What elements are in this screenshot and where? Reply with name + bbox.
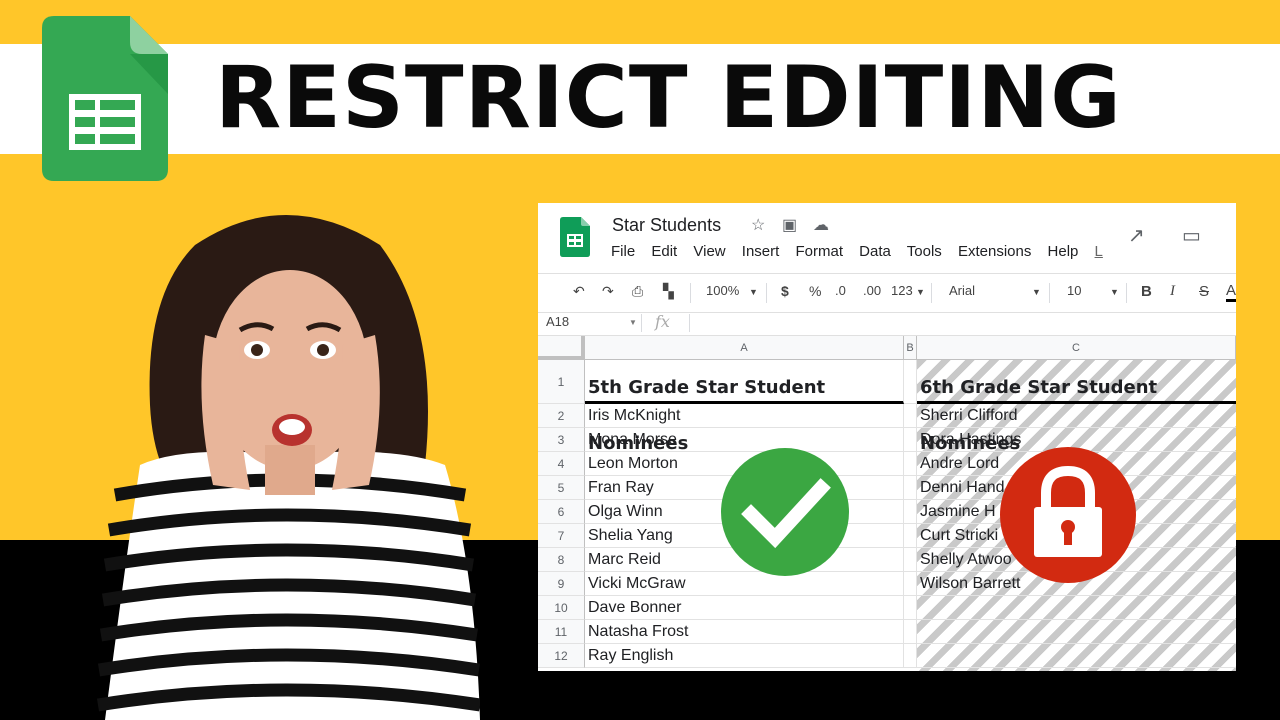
currency-format-button[interactable]: $ — [781, 283, 789, 299]
cell-a[interactable]: Iris McKnight — [585, 404, 904, 428]
decrease-decimal-button[interactable]: .0 — [835, 283, 846, 298]
formula-bar: A18 ▼ fx — [538, 311, 1236, 336]
percent-format-button[interactable]: % — [809, 283, 821, 299]
cell-b[interactable] — [904, 548, 917, 572]
banner-title: RESTRICT EDITING — [215, 48, 1122, 148]
italic-button[interactable]: I — [1170, 283, 1175, 300]
menu-last-edit[interactable]: L — [1095, 243, 1103, 260]
zoom-select[interactable]: 100% — [706, 283, 739, 298]
paint-format-icon[interactable]: ▚ — [663, 283, 674, 300]
row-header[interactable]: 2 — [538, 404, 585, 428]
row-header[interactable]: 11 — [538, 620, 585, 644]
cell-b[interactable] — [904, 452, 917, 476]
cell-b[interactable] — [904, 620, 917, 644]
undo-icon[interactable]: ↶ — [573, 283, 585, 300]
strikethrough-button[interactable]: S — [1199, 283, 1209, 300]
star-icon[interactable]: ☆ — [751, 215, 765, 235]
trend-chart-icon[interactable]: ↗ — [1128, 223, 1145, 248]
font-select[interactable]: Arial — [949, 283, 975, 298]
row-header[interactable]: 3 — [538, 428, 585, 452]
cloud-status-icon[interactable]: ☁ — [813, 215, 829, 235]
cell-a[interactable]: Ray English — [585, 644, 904, 668]
row-header[interactable]: 5 — [538, 476, 585, 500]
menu-edit[interactable]: Edit — [651, 243, 677, 260]
cell-c[interactable] — [917, 644, 1236, 668]
row-header[interactable]: 9 — [538, 572, 585, 596]
name-box[interactable]: A18 — [546, 314, 569, 329]
zoom-dropdown-icon[interactable]: ▼ — [749, 287, 758, 297]
select-all-corner[interactable] — [538, 336, 585, 360]
cell-c[interactable] — [917, 620, 1236, 644]
column-header-c[interactable]: C — [917, 336, 1236, 360]
text-color-button[interactable]: A — [1226, 283, 1236, 302]
font-dropdown-icon[interactable]: ▼ — [1032, 287, 1041, 297]
column-header-b[interactable]: B — [904, 336, 917, 360]
font-size-select[interactable]: 10 — [1067, 283, 1081, 298]
more-formats-dropdown-icon[interactable]: ▼ — [916, 287, 925, 297]
lock-icon — [1000, 447, 1136, 583]
row-header[interactable]: 10 — [538, 596, 585, 620]
menu-tools[interactable]: Tools — [907, 243, 942, 260]
name-box-dropdown-icon[interactable]: ▼ — [629, 318, 637, 327]
menu-format[interactable]: Format — [795, 243, 843, 260]
document-title[interactable]: Star Students — [612, 215, 721, 236]
redo-icon[interactable]: ↷ — [602, 283, 614, 300]
cell-b[interactable] — [904, 404, 917, 428]
increase-decimal-button[interactable]: .00 — [863, 283, 881, 298]
menu-file[interactable]: File — [611, 243, 635, 260]
print-icon[interactable]: ⎙ — [632, 283, 643, 300]
column-header-a[interactable]: A — [585, 336, 904, 360]
menu-extensions[interactable]: Extensions — [958, 243, 1031, 260]
cell-b[interactable] — [904, 572, 917, 596]
google-sheets-logo-icon — [42, 16, 168, 181]
menu-view[interactable]: View — [693, 243, 725, 260]
row-header[interactable]: 4 — [538, 452, 585, 476]
cell-c1-header[interactable]: 6th Grade Star Student Nominees — [917, 360, 1236, 454]
move-folder-icon[interactable]: ▣ — [782, 215, 797, 235]
sheets-doc-icon[interactable] — [560, 217, 590, 257]
menu-insert[interactable]: Insert — [742, 243, 780, 260]
google-sheets-window: Star Students ☆ ▣ ☁ File Edit View Inser… — [538, 203, 1236, 671]
cell-a1-header[interactable]: 5th Grade Star Student Nominees — [585, 360, 904, 454]
font-size-dropdown-icon[interactable]: ▼ — [1110, 287, 1119, 297]
surprised-woman-photo — [96, 215, 480, 720]
toolbar: ↶ ↷ ⎙ ▚ 100% ▼ $ % .0 .00 123 ▼ Arial ▼ … — [538, 273, 1236, 313]
menu-bar: File Edit View Insert Format Data Tools … — [611, 243, 1115, 260]
cell-b[interactable] — [904, 644, 917, 668]
row-header[interactable]: 8 — [538, 548, 585, 572]
fx-icon: fx — [655, 312, 670, 331]
menu-help[interactable]: Help — [1048, 243, 1079, 260]
cell-c[interactable]: Sherri Clifford — [917, 404, 1236, 428]
cell-a[interactable]: Natasha Frost — [585, 620, 904, 644]
check-circle-icon — [721, 448, 849, 576]
cell-b[interactable] — [904, 524, 917, 548]
cell-b[interactable] — [904, 596, 917, 620]
more-formats-button[interactable]: 123 — [891, 283, 913, 298]
cell-a[interactable]: Dave Bonner — [585, 596, 904, 620]
comment-icon[interactable]: ▭ — [1182, 223, 1201, 248]
row-header[interactable]: 7 — [538, 524, 585, 548]
menu-data[interactable]: Data — [859, 243, 891, 260]
bold-button[interactable]: B — [1141, 283, 1152, 300]
row-header[interactable]: 6 — [538, 500, 585, 524]
cell-b[interactable] — [904, 500, 917, 524]
row-header[interactable]: 12 — [538, 644, 585, 668]
cell-b[interactable] — [904, 476, 917, 500]
row-header[interactable]: 1 — [538, 360, 585, 404]
cell-c[interactable] — [917, 596, 1236, 620]
cell-b[interactable] — [904, 428, 917, 452]
cell-b[interactable] — [904, 360, 917, 404]
